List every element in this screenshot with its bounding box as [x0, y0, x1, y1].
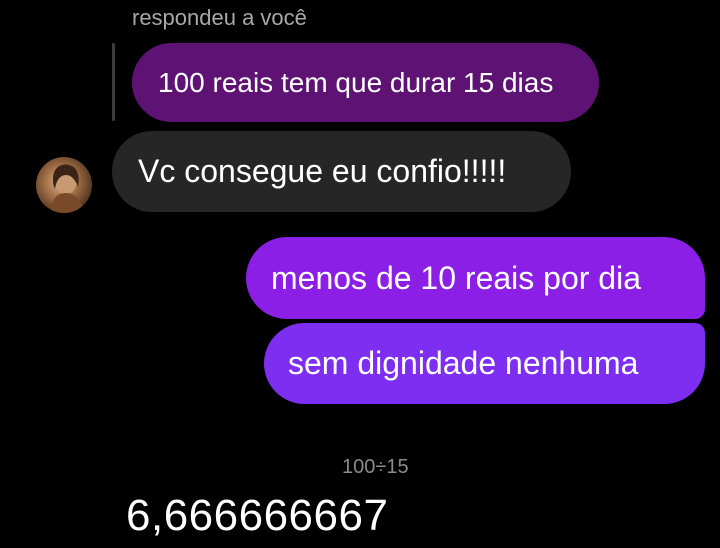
outgoing-message-text: sem dignidade nenhuma — [288, 345, 639, 381]
reply-caption: respondeu a você — [132, 5, 307, 30]
outgoing-message-text: menos de 10 reais por dia — [271, 259, 641, 296]
calculator-expression: 100÷15 — [342, 456, 409, 478]
profile-photo-icon — [50, 164, 84, 213]
calculator-result: 6,666666667 — [126, 491, 389, 540]
incoming-message-bubble[interactable]: Vc consegue eu confio!!!!! — [112, 131, 571, 212]
outgoing-message-bubble[interactable]: menos de 10 reais por dia — [246, 237, 705, 319]
reply-indicator-line — [112, 43, 115, 121]
quoted-message-text: 100 reais tem que durar 15 dias — [158, 66, 554, 98]
quoted-message-bubble[interactable]: 100 reais tem que durar 15 dias — [132, 43, 599, 122]
incoming-message-text: Vc consegue eu confio!!!!! — [138, 153, 507, 189]
sender-avatar[interactable] — [36, 157, 92, 213]
outgoing-message-bubble[interactable]: sem dignidade nenhuma — [264, 323, 705, 404]
